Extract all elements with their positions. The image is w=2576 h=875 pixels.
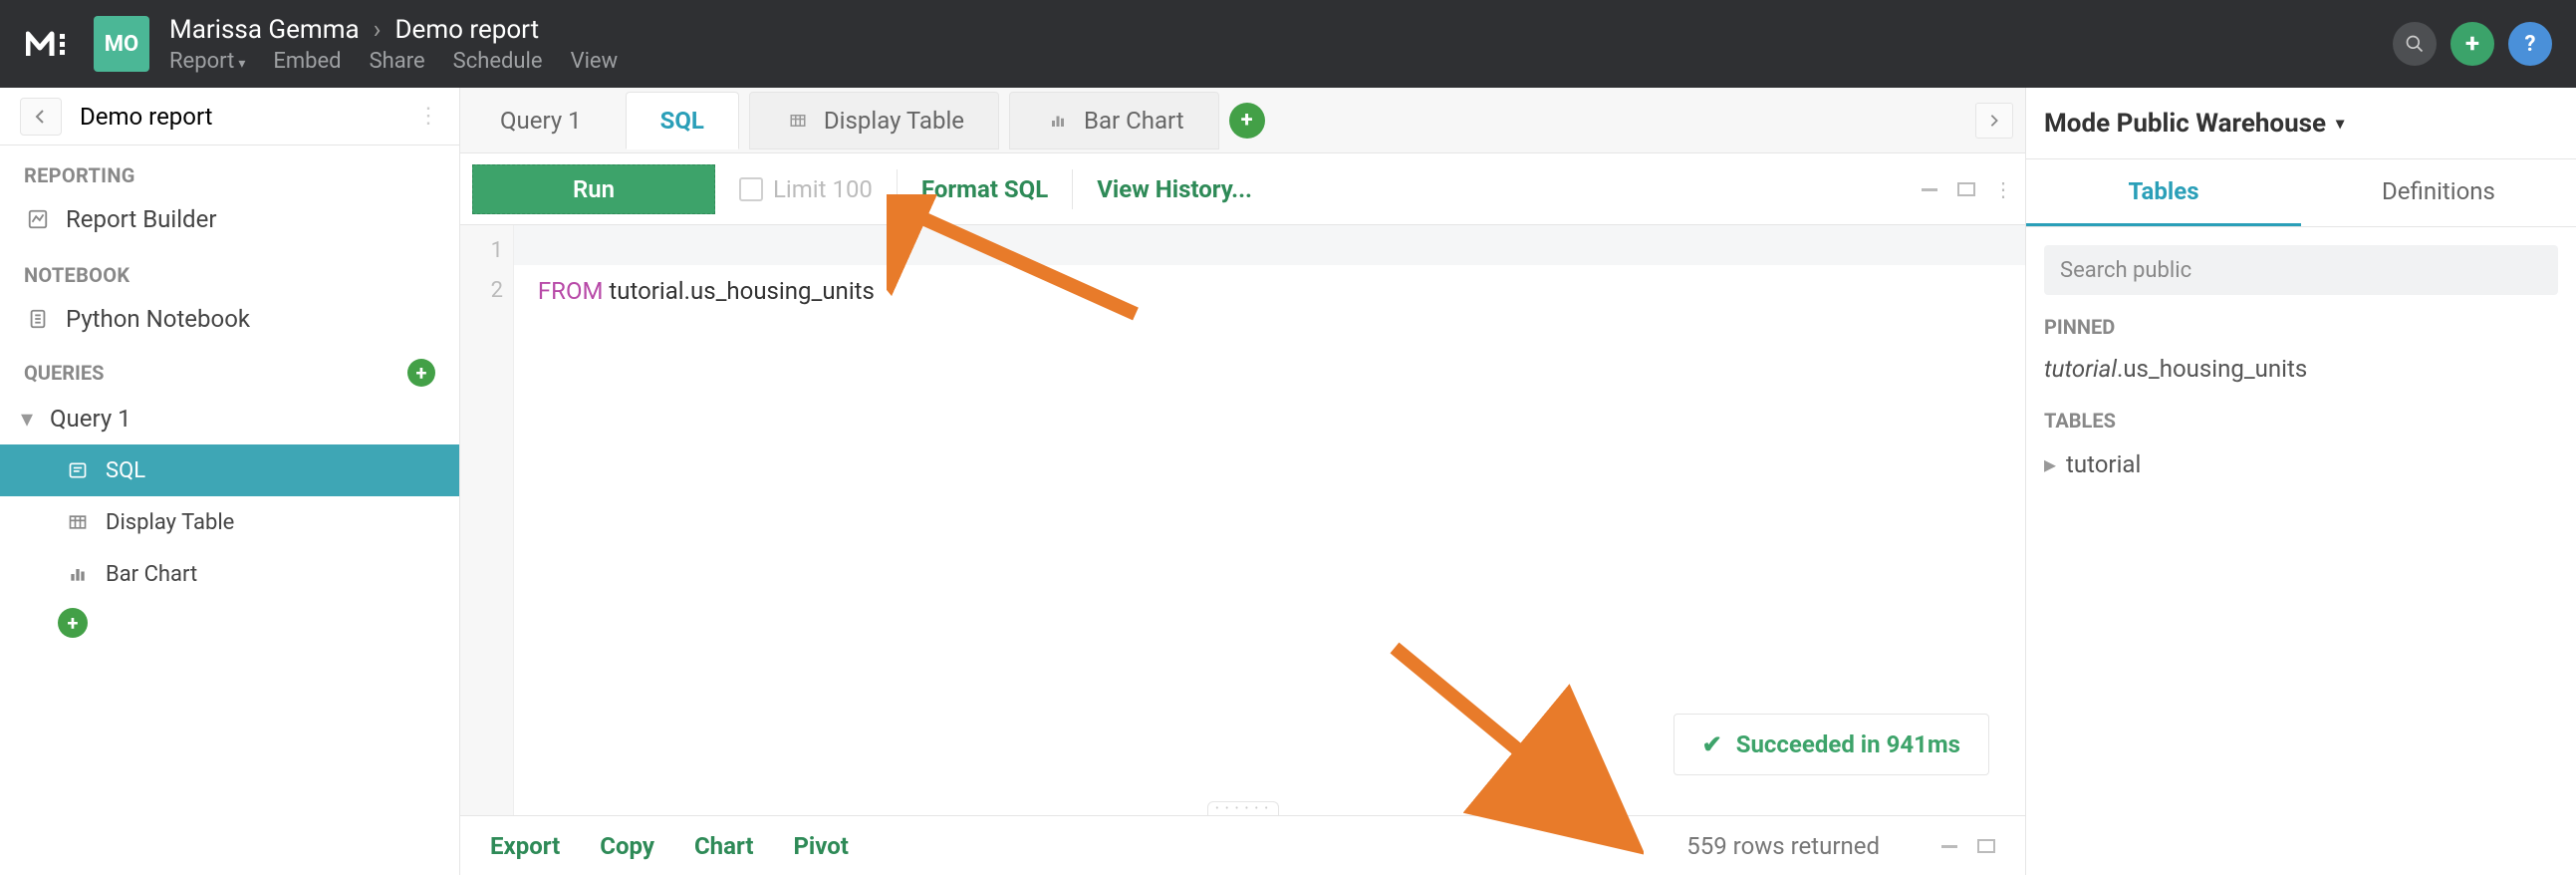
add-view-button[interactable]: + [58,608,88,638]
limit-label: Limit 100 [773,175,873,203]
resize-handle[interactable]: • • • • • • [1207,801,1279,815]
run-button[interactable]: Run [472,164,715,214]
section-notebook: NOTEBOOK [0,245,459,293]
tab-tables[interactable]: Tables [2026,159,2301,226]
chart-button[interactable]: Chart [694,832,753,860]
add-tab-button[interactable]: + [1229,103,1265,139]
maximize-icon[interactable] [1957,182,1975,196]
sidebar-item-label: Display Table [106,510,234,535]
format-sql-button[interactable]: Format SQL [921,175,1048,203]
sql-editor[interactable]: 1 2 SELECT * FROM tutorial.us_housing_un… [460,225,2025,815]
query-status-banner: ✔ Succeeded in 941ms [1674,714,1989,775]
schema-search-input[interactable]: Search public [2044,245,2558,295]
more-icon[interactable]: ⋮ [1993,177,2013,201]
add-query-button[interactable]: + [407,359,435,387]
tables-section-label: TABLES [2044,409,2558,433]
center-pane: Query 1 SQL Display Table Bar Chart + Ru… [460,88,2026,875]
sidebar-collapse-button[interactable] [20,98,62,136]
breadcrumb: Marissa Gemma › Demo report [169,15,618,45]
new-report-button[interactable]: + [2450,22,2494,66]
caret-right-icon: ▸ [2044,450,2056,478]
tab-definitions[interactable]: Definitions [2301,159,2576,226]
tab-display-table[interactable]: Display Table [749,92,999,149]
sql-icon [64,456,92,484]
sidebar-item-label: SQL [106,458,145,483]
sidebar-item-sql[interactable]: SQL [0,444,459,496]
schema-name: tutorial [2066,450,2141,478]
pinned-table[interactable]: tutorial.us_housing_units [2044,349,2558,389]
rows-returned-label: 559 rows returned [1686,832,1880,860]
user-avatar-badge[interactable]: MO [94,16,149,72]
line-gutter: 1 2 [460,225,514,815]
help-button[interactable]: ? [2508,22,2552,66]
warehouse-selector[interactable]: Mode Public Warehouse ▾ [2026,88,2576,159]
bar-chart-icon [1044,107,1072,135]
menu-share[interactable]: Share [370,49,425,74]
minimize-icon[interactable] [1939,839,1959,853]
breadcrumb-report[interactable]: Demo report [394,15,539,45]
sidebar-header: Demo report ⋮ [0,88,459,146]
pivot-button[interactable]: Pivot [793,832,848,860]
sidebar-item-label: Report Builder [66,205,216,233]
menu-report[interactable]: Report▾ [169,49,245,74]
table-icon [64,508,92,536]
maximize-icon[interactable] [1977,839,1995,853]
divider [1072,169,1073,209]
sidebar-item-bar-chart[interactable]: Bar Chart [0,548,459,600]
sidebar-item-label: Query 1 [50,405,131,433]
table-icon [784,107,812,135]
editor-tabs: Query 1 SQL Display Table Bar Chart + [460,88,2025,153]
bar-chart-icon [64,560,92,588]
copy-button[interactable]: Copy [600,832,654,860]
menu-schedule[interactable]: Schedule [453,49,543,74]
sidebar-item-query1[interactable]: ▾ Query 1 [0,393,459,444]
breadcrumb-user[interactable]: Marissa Gemma [169,15,360,45]
search-placeholder: Search public [2060,258,2191,283]
caret-down-icon: ▾ [18,405,36,433]
chevron-right-icon: › [374,15,382,45]
notebook-icon [24,305,52,333]
tab-sql[interactable]: SQL [626,92,739,149]
app-logo[interactable] [24,18,76,70]
topbar: MO Marissa Gemma › Demo report Report▾ E… [0,0,2576,88]
menu-embed[interactable]: Embed [273,49,341,74]
report-menu: Report▾ Embed Share Schedule View [169,49,618,74]
sidebar-item-python-notebook[interactable]: Python Notebook [0,293,459,345]
right-panel: Mode Public Warehouse ▾ Tables Definitio… [2026,88,2576,875]
divider [897,169,898,209]
run-toolbar: Run Limit 100 Format SQL View History...… [460,153,2025,225]
tabs-scroll-right-button[interactable] [1975,103,2013,139]
tab-label: Display Table [824,107,964,135]
export-button[interactable]: Export [490,832,560,860]
sidebar-item-label: Bar Chart [106,562,197,587]
sidebar-more-icon[interactable]: ⋮ [417,104,439,129]
status-text: Succeeded in 941ms [1736,730,1960,758]
sidebar-item-label: Python Notebook [66,305,250,333]
sidebar-item-report-builder[interactable]: Report Builder [0,193,459,245]
chart-icon [24,205,52,233]
global-search-button[interactable] [2393,22,2437,66]
schema-row-tutorial[interactable]: ▸ tutorial [2044,442,2558,486]
view-history-button[interactable]: View History... [1097,175,1252,203]
warehouse-name: Mode Public Warehouse [2044,109,2326,139]
caret-down-icon: ▾ [2336,114,2344,133]
results-toolbar: Export Copy Chart Pivot 559 rows returne… [460,815,2025,875]
pinned-section-label: PINNED [2044,315,2558,339]
minimize-icon[interactable] [1920,184,1939,194]
section-reporting: REPORTING [0,146,459,193]
tab-query-1[interactable]: Query 1 [466,93,616,148]
tab-label: Bar Chart [1084,107,1184,135]
menu-view[interactable]: View [571,49,619,74]
sidebar-item-display-table[interactable]: Display Table [0,496,459,548]
tab-bar-chart[interactable]: Bar Chart [1009,92,1219,149]
section-queries: QUERIES + [0,345,459,393]
check-icon: ✔ [1702,730,1722,758]
limit-100-checkbox[interactable]: Limit 100 [739,175,873,203]
sidebar-document-name: Demo report [80,103,417,131]
checkbox-icon [739,177,763,201]
left-sidebar: Demo report ⋮ REPORTING Report Builder N… [0,88,460,875]
